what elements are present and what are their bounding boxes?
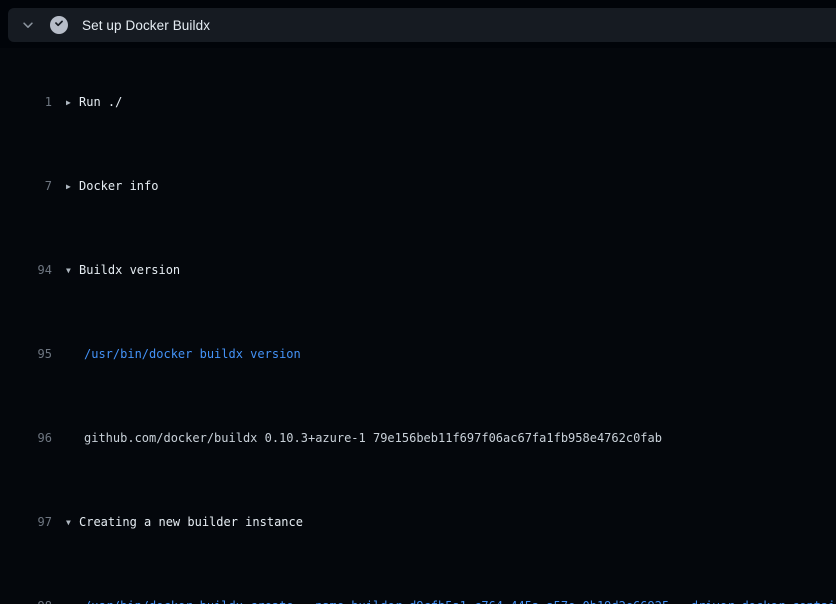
log-line: 98 /usr/bin/docker buildx create --name … [0,596,836,604]
chevron-down-icon[interactable] [20,18,36,32]
line-number[interactable]: 94 [0,260,52,281]
line-number[interactable]: 98 [0,596,52,604]
log-line: 96 github.com/docker/buildx 0.10.3+azure… [0,428,836,449]
log-line-text: Run ./ [79,95,122,109]
group-toggle-arrow-icon[interactable]: ▼ [66,260,79,281]
log-line[interactable]: 1 ▶Run ./ [0,92,836,113]
log-line: 95 /usr/bin/docker buildx version [0,344,836,365]
group-toggle-arrow-icon[interactable]: ▶ [66,176,79,197]
line-number[interactable]: 7 [0,176,52,197]
line-number[interactable]: 97 [0,512,52,533]
line-number[interactable]: 1 [0,92,52,113]
log-line-text: /usr/bin/docker buildx create --name bui… [84,599,836,604]
status-check-icon [50,16,68,34]
line-number[interactable]: 95 [0,344,52,365]
log-line-text: /usr/bin/docker buildx version [84,347,301,361]
group-toggle-arrow-icon[interactable]: ▼ [66,512,79,533]
log-line[interactable]: 94 ▼Buildx version [0,260,836,281]
log-line-text: github.com/docker/buildx 0.10.3+azure-1 … [84,431,662,445]
step-title: Set up Docker Buildx [82,18,210,33]
log-line-text: Buildx version [79,263,180,277]
log-line-text: Docker info [79,179,158,193]
log-line[interactable]: 7 ▶Docker info [0,176,836,197]
line-number[interactable]: 96 [0,428,52,449]
log-line-text: Creating a new builder instance [79,515,303,529]
log-container: 1 ▶Run ./ 7 ▶Docker info 94 ▼Buildx vers… [0,48,836,604]
group-toggle-arrow-icon[interactable]: ▶ [66,92,79,113]
log-line[interactable]: 97 ▼Creating a new builder instance [0,512,836,533]
actions-log-page: Set up Docker Buildx 1 ▶Run ./ 7 ▶Docker… [0,8,836,604]
step-header[interactable]: Set up Docker Buildx [8,8,836,42]
